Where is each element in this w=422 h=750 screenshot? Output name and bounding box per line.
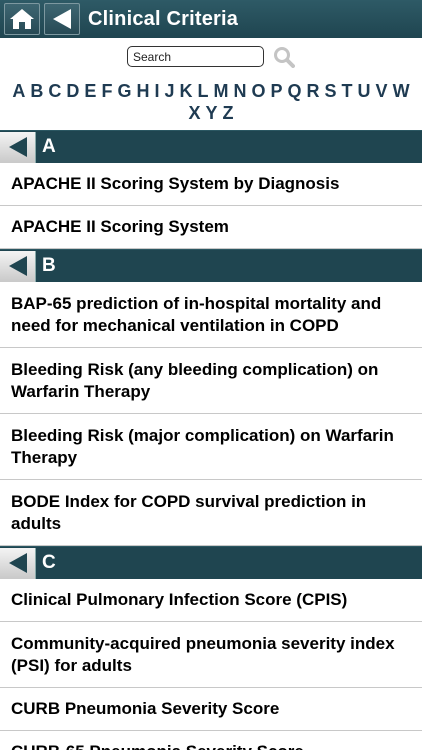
alphabet-letter-p[interactable]: P — [271, 80, 283, 102]
alphabet-letter-b[interactable]: B — [30, 80, 43, 102]
alphabet-letter-j[interactable]: J — [164, 80, 174, 102]
section-header-c: C — [0, 546, 422, 579]
list-item[interactable]: CURB-65 Pneumonia Severity Score — [0, 731, 422, 750]
alphabet-letter-h[interactable]: H — [136, 80, 149, 102]
list-item-label: Clinical Pulmonary Infection Score (CPIS… — [11, 590, 348, 609]
list-item[interactable]: Bleeding Risk (major complication) on Wa… — [0, 414, 422, 480]
section-back-button[interactable] — [0, 547, 36, 579]
list-item-label: APACHE II Scoring System — [11, 217, 229, 236]
alphabet-letter-k[interactable]: K — [179, 80, 192, 102]
list-item-label: Bleeding Risk (major complication) on Wa… — [11, 425, 394, 467]
list-item-label: Bleeding Risk (any bleeding complication… — [11, 359, 379, 401]
alphabet-letter-n[interactable]: N — [233, 80, 246, 102]
list-item[interactable]: Clinical Pulmonary Infection Score (CPIS… — [0, 579, 422, 622]
search-bar — [0, 38, 422, 78]
list-item-label: CURB Pneumonia Severity Score — [11, 699, 280, 718]
alphabet-letter-t[interactable]: T — [342, 80, 353, 102]
list-item[interactable]: Bleeding Risk (any bleeding complication… — [0, 348, 422, 414]
alphabet-letter-w[interactable]: W — [393, 80, 410, 102]
list-item[interactable]: BAP-65 prediction of in-hospital mortali… — [0, 282, 422, 348]
back-arrow-icon — [8, 553, 27, 573]
alphabet-letter-d[interactable]: D — [66, 80, 79, 102]
alphabet-letter-l[interactable]: L — [197, 80, 208, 102]
list-item[interactable]: BODE Index for COPD survival prediction … — [0, 480, 422, 546]
alphabet-letter-v[interactable]: V — [376, 80, 388, 102]
list-item[interactable]: APACHE II Scoring System — [0, 206, 422, 249]
back-arrow-icon — [8, 256, 27, 276]
list-item-label: CURB-65 Pneumonia Severity Score — [11, 741, 304, 750]
alphabet-letter-c[interactable]: C — [48, 80, 61, 102]
alphabet-letter-f[interactable]: F — [101, 80, 112, 102]
page-title: Clinical Criteria — [88, 7, 239, 30]
alphabet-letter-e[interactable]: E — [84, 80, 96, 102]
home-button[interactable] — [4, 3, 40, 35]
alphabet-letter-q[interactable]: Q — [288, 80, 302, 102]
section-back-button[interactable] — [0, 131, 36, 163]
back-arrow-icon — [8, 137, 27, 157]
alphabet-letter-i[interactable]: I — [154, 80, 159, 102]
alphabet-letter-o[interactable]: O — [251, 80, 265, 102]
alphabet-index: A B C D E F G H I J K L M N O P Q R S T U V W X Y Z — [0, 80, 422, 124]
alphabet-letter-y[interactable]: Y — [206, 102, 218, 124]
alphabet-letter-s[interactable]: S — [325, 80, 337, 102]
list-item-label: BODE Index for COPD survival prediction … — [11, 491, 367, 533]
back-button[interactable] — [44, 3, 80, 35]
top-bar: Clinical Criteria — [0, 0, 422, 38]
alphabet-letter-u[interactable]: U — [358, 80, 371, 102]
section-letter: A — [42, 136, 56, 157]
alphabet-letter-m[interactable]: M — [213, 80, 228, 102]
list-item-label: BAP-65 prediction of in-hospital mortali… — [11, 293, 382, 335]
section-letter: C — [42, 552, 56, 573]
alphabet-letter-r[interactable]: R — [307, 80, 320, 102]
criteria-list: A APACHE II Scoring System by Diagnosis AP… — [0, 130, 422, 750]
list-item[interactable]: Community-acquired pneumonia severity in… — [0, 622, 422, 688]
alphabet-letter-x[interactable]: X — [188, 102, 200, 124]
section-header-a: A — [0, 130, 422, 163]
section-letter: B — [42, 255, 56, 276]
section-header-b: B — [0, 249, 422, 282]
alphabet-letter-a[interactable]: A — [12, 80, 25, 102]
home-icon — [10, 9, 34, 29]
search-input[interactable] — [127, 46, 264, 67]
alphabet-letter-g[interactable]: G — [117, 80, 131, 102]
list-item[interactable]: APACHE II Scoring System by Diagnosis — [0, 163, 422, 206]
list-item[interactable]: CURB Pneumonia Severity Score — [0, 688, 422, 731]
alphabet-letter-z[interactable]: Z — [223, 102, 234, 124]
list-item-label: Community-acquired pneumonia severity in… — [11, 633, 395, 675]
list-item-label: APACHE II Scoring System by Diagnosis — [11, 174, 340, 193]
back-arrow-icon — [53, 9, 71, 29]
section-back-button[interactable] — [0, 250, 36, 282]
search-icon[interactable] — [273, 46, 295, 68]
